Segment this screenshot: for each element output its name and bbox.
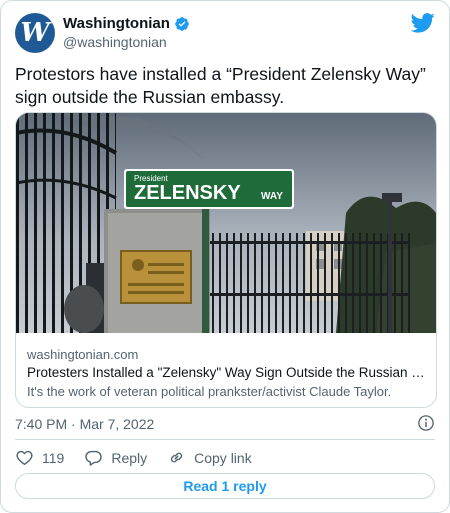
avatar[interactable]: W (15, 13, 55, 53)
link-icon (170, 452, 183, 463)
sign-suffix-text: WAY (261, 191, 283, 202)
reply-button[interactable]: Reply (84, 448, 147, 467)
twitter-bird-icon[interactable] (411, 13, 435, 33)
sign-main-text: ZELENSKY (134, 182, 241, 204)
author-name-row: Washingtonian (63, 15, 190, 32)
copy-link-button[interactable]: Copy link (167, 448, 252, 467)
verified-badge-icon (175, 16, 189, 31)
display-name[interactable]: Washingtonian (63, 15, 170, 32)
tweet-card: W Washingtonian @washingtonian Protestor… (0, 0, 450, 513)
read-replies-button[interactable]: Read 1 reply (15, 473, 435, 499)
link-preview-card[interactable]: President ZELENSKY WAY washingtonian.com… (15, 112, 437, 408)
like-button[interactable]: 119 (15, 448, 64, 467)
info-icon[interactable] (417, 414, 435, 432)
divider (15, 439, 435, 440)
like-count: 119 (42, 449, 65, 466)
article-photo[interactable]: President ZELENSKY WAY (16, 113, 436, 333)
link-title: Protesters Installed a "Zelensky" Way Si… (27, 365, 427, 380)
link-domain: washingtonian.com (27, 347, 139, 362)
tweet-timestamp[interactable]: 7:40 PM · Mar 7, 2022 (15, 416, 154, 432)
handle[interactable]: @washingtonian (63, 34, 167, 50)
tweet-text: Protestors have installed a “President Z… (15, 64, 426, 107)
heart-icon (16, 450, 33, 465)
reply-label: Reply (111, 449, 148, 466)
action-bar: 119 Reply Copy link (15, 448, 272, 467)
link-description: It's the work of veteran political prank… (27, 384, 392, 399)
copy-link-label: Copy link (194, 449, 252, 466)
reply-icon (85, 450, 103, 466)
